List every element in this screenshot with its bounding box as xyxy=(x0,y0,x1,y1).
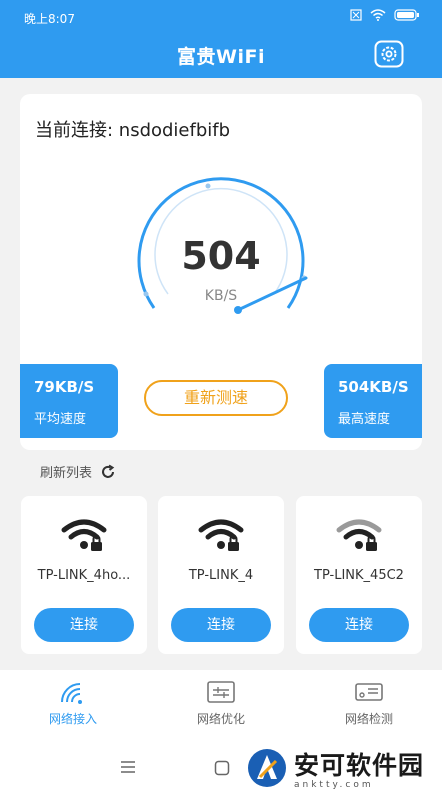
network-card[interactable]: TP-LINK_45C2 连接 xyxy=(296,496,422,654)
network-card[interactable]: TP-LINK_4ho... 连接 xyxy=(21,496,147,654)
battery-icon xyxy=(394,9,419,21)
refresh-list-button[interactable]: 刷新列表 xyxy=(40,462,116,481)
speed-unit: KB/S xyxy=(204,288,238,304)
max-speed-label: 最高速度 xyxy=(338,412,391,427)
menu-icon[interactable] xyxy=(120,760,136,774)
speed-test-card: 当前连接: nsdodiefbifb 504 KB/S 79KB/S 平均速度 … xyxy=(20,94,422,450)
current-connection: 当前连接: nsdodiefbifb xyxy=(35,120,231,141)
refresh-icon xyxy=(102,464,115,478)
signal-icon xyxy=(61,683,82,704)
wifi-locked-icon xyxy=(198,519,244,551)
wifi-status-icon xyxy=(370,9,386,21)
tab-network-access[interactable]: 网络接入 xyxy=(18,680,128,727)
connect-button[interactable]: 连接 xyxy=(171,608,271,642)
max-speed-value: 504KB/S xyxy=(338,378,409,396)
tab-network-check-label: 网络检测 xyxy=(344,712,393,726)
gauge-needle-hub xyxy=(234,306,242,314)
watermark: 安可软件园 anktty.com xyxy=(246,746,424,790)
network-ssid: TP-LINK_4 xyxy=(188,568,254,583)
watermark-logo-icon xyxy=(248,749,286,787)
wifi-locked-icon xyxy=(61,519,107,551)
watermark-title: 安可软件园 xyxy=(294,751,425,780)
status-time: 晚上8:07 xyxy=(24,12,75,26)
average-speed-label: 平均速度 xyxy=(34,412,87,427)
status-icons xyxy=(350,9,420,21)
status-bar: 晚上8:07 xyxy=(0,0,442,34)
router-check-icon xyxy=(355,683,383,701)
wifi-locked-weak-icon xyxy=(336,519,382,551)
battery-saver-icon xyxy=(350,9,362,21)
bottom-navigation: 网络接入 网络优化 网络检测 xyxy=(0,670,442,732)
tab-network-access-label: 网络接入 xyxy=(48,712,97,726)
average-speed-panel: 79KB/S 平均速度 xyxy=(20,364,118,438)
gauge-dot xyxy=(205,183,211,189)
optimize-icon xyxy=(207,681,235,703)
retest-button[interactable]: 重新测速 xyxy=(144,380,288,416)
connect-button[interactable]: 连接 xyxy=(309,608,409,642)
average-speed-value: 79KB/S xyxy=(34,378,95,396)
tab-network-check[interactable]: 网络检测 xyxy=(314,680,424,727)
tab-network-optimize[interactable]: 网络优化 xyxy=(166,680,276,727)
current-speed-value: 504 xyxy=(181,234,261,278)
network-ssid: TP-LINK_4ho... xyxy=(37,568,131,583)
connect-button[interactable]: 连接 xyxy=(34,608,134,642)
settings-gear-icon[interactable] xyxy=(374,40,404,68)
home-icon[interactable] xyxy=(214,760,230,776)
network-ssid: TP-LINK_45C2 xyxy=(314,568,404,583)
refresh-list-label: 刷新列表 xyxy=(40,466,93,481)
tab-network-optimize-label: 网络优化 xyxy=(196,712,245,726)
network-card[interactable]: TP-LINK_4 连接 xyxy=(158,496,284,654)
max-speed-panel: 504KB/S 最高速度 xyxy=(324,364,422,438)
app-header: 晚上8:07 富贵WiFi xyxy=(0,0,442,78)
